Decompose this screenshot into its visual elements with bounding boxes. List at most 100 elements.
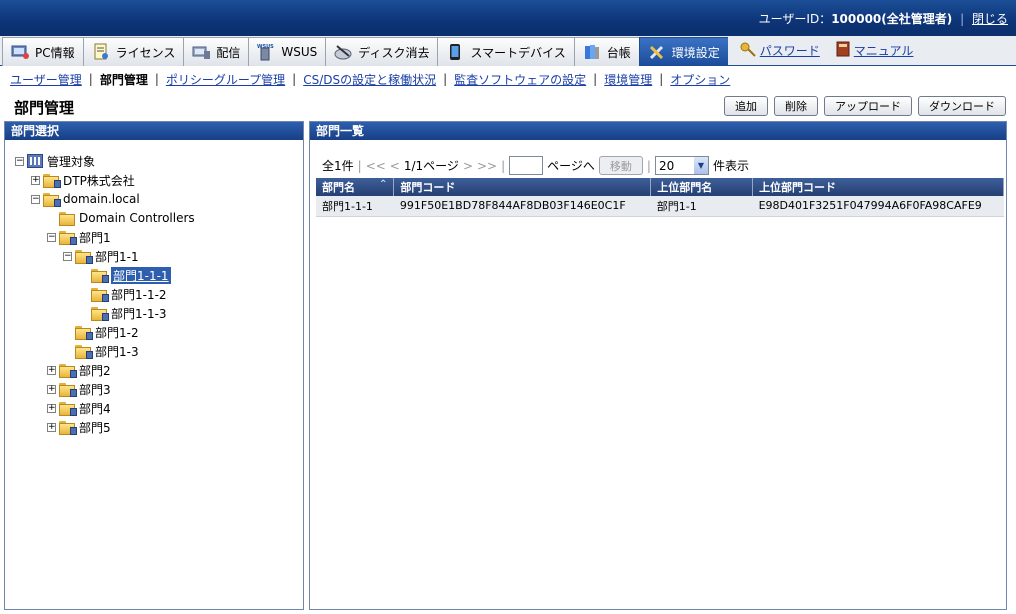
subnav-policy-group[interactable]: ポリシーグループ管理 xyxy=(166,71,285,88)
tree-node-dept1-3[interactable]: 部門1-3 xyxy=(75,342,139,360)
page-number-input[interactable] xyxy=(509,156,544,175)
tree-node-dept1-2[interactable]: 部門1-2 xyxy=(75,323,139,341)
tree-node-label-selected: 部門1-1-1 xyxy=(111,266,171,284)
tree-node-domain-controllers[interactable]: Domain Controllers xyxy=(59,209,195,227)
expand-icon[interactable]: + xyxy=(47,384,56,394)
tab-wsus[interactable]: WSUS WSUS xyxy=(248,37,326,66)
title-bar: 部門管理 追加 削除 アップロード ダウンロード xyxy=(0,92,1016,120)
per-page-select[interactable]: 20 ▼ xyxy=(654,156,709,175)
separator: | xyxy=(646,158,651,173)
tab-pc-info[interactable]: PC情報 xyxy=(2,37,83,66)
tab-license[interactable]: ライセンス xyxy=(82,37,184,66)
last-page-button[interactable]: >> xyxy=(477,159,497,173)
separator: | xyxy=(659,72,664,86)
sort-ascending-icon[interactable]: ⌃ xyxy=(379,179,387,190)
action-buttons: 追加 削除 アップロード ダウンロード xyxy=(724,96,1006,116)
chevron-down-icon: ▼ xyxy=(693,157,708,174)
first-page-button[interactable]: << xyxy=(366,159,386,173)
user-role: (全社管理者) xyxy=(881,12,953,26)
column-header-department-code[interactable]: 部門コード xyxy=(393,178,652,196)
next-page-button[interactable]: > xyxy=(463,159,473,173)
subnav-options[interactable]: オプション xyxy=(670,71,730,88)
tools-icon xyxy=(648,43,666,61)
wsus-icon: WSUS xyxy=(257,43,275,61)
tree-node-label: 部門1 xyxy=(79,230,111,245)
column-header-department-name[interactable]: 部門名 ⌃ xyxy=(316,178,395,196)
tab-ledger[interactable]: 台帳 xyxy=(573,37,639,66)
password-link[interactable]: パスワード xyxy=(740,41,820,60)
expand-icon[interactable]: + xyxy=(47,365,56,375)
goto-label: ページへ xyxy=(547,159,595,173)
collapse-icon[interactable]: − xyxy=(31,194,40,204)
subnav-audit-software[interactable]: 監査ソフトウェアの設定 xyxy=(454,71,586,88)
separator: | xyxy=(443,72,448,86)
download-button[interactable]: ダウンロード xyxy=(918,96,1006,116)
folder-icon xyxy=(59,231,77,245)
folder-icon xyxy=(75,326,93,340)
table-row[interactable]: 部門1-1-1 991F50E1BD78F844AF8DB03F146E0C1F… xyxy=(316,196,1004,217)
tab-disk-erase[interactable]: ディスク消去 xyxy=(325,37,438,66)
collapse-icon[interactable]: − xyxy=(47,232,56,242)
tree-node-dept5[interactable]: + 部門5 xyxy=(47,418,111,436)
tree-node-domain[interactable]: − domain.local xyxy=(31,190,140,208)
collapse-icon[interactable]: − xyxy=(15,156,24,166)
page-title: 部門管理 xyxy=(14,99,75,117)
collapse-icon[interactable]: − xyxy=(63,251,72,261)
cell-parent-name: 部門1-1 xyxy=(650,196,753,217)
expand-icon[interactable]: + xyxy=(47,422,56,432)
move-button[interactable]: 移動 xyxy=(598,156,643,175)
tree-node-label: 部門4 xyxy=(79,401,111,416)
tree-node-dept1-1-1[interactable]: 部門1-1-1 xyxy=(91,266,171,284)
department-table: 部門名 ⌃ 部門コード 上位部門名 上位部門コード 部門1-1-1 991F50E… xyxy=(316,178,1004,217)
tree-node-root[interactable]: − 管理対象 xyxy=(15,152,95,170)
tree-node-dept3[interactable]: + 部門3 xyxy=(47,380,111,398)
tab-smart-device[interactable]: スマートデバイス xyxy=(437,37,574,66)
upload-button[interactable]: アップロード xyxy=(824,96,912,116)
tree-node-dept1[interactable]: − 部門1 xyxy=(47,228,111,246)
tree-node-label: 部門3 xyxy=(79,382,111,397)
prev-page-button[interactable]: < xyxy=(390,159,400,173)
separator: | xyxy=(593,72,598,86)
pc-info-icon xyxy=(11,43,29,61)
tab-label: ライセンス xyxy=(115,45,176,60)
tab-label: PC情報 xyxy=(35,45,75,60)
manual-label: マニュアル xyxy=(853,44,914,58)
pager: 全1件 | << < 1/1ページ > >> | ページへ 移動 | 20 ▼ … xyxy=(322,156,749,175)
expand-icon[interactable]: + xyxy=(31,175,40,185)
subnav-department-management[interactable]: 部門管理 xyxy=(100,71,148,88)
tab-distribution[interactable]: 配信 xyxy=(183,37,249,66)
tree-node-label: 管理対象 xyxy=(47,154,96,169)
department-list-panel: 部門一覧 全1件 | << < 1/1ページ > >> | ページへ 移動 | … xyxy=(309,121,1007,610)
subnav-user-management[interactable]: ユーザー管理 xyxy=(10,71,82,88)
separator: | xyxy=(88,72,93,86)
user-info: ユーザーID：100000(全社管理者) | 閉じる xyxy=(759,10,1008,27)
subnav-cs-ds-settings[interactable]: CS/DSの設定と稼働状況 xyxy=(303,71,436,88)
separator: | xyxy=(292,72,297,86)
manual-link[interactable]: マニュアル xyxy=(836,41,914,60)
column-header-parent-code[interactable]: 上位部門コード xyxy=(752,178,1004,196)
folder-icon xyxy=(43,193,61,207)
per-page-value: 20 xyxy=(658,158,675,173)
close-link[interactable]: 閉じる xyxy=(972,12,1008,26)
folder-icon xyxy=(59,402,77,416)
add-button[interactable]: 追加 xyxy=(724,96,768,116)
column-header-parent-name[interactable]: 上位部門名 xyxy=(650,178,754,196)
cell-department-code: 991F50E1BD78F844AF8DB03F146E0C1F xyxy=(393,196,651,217)
subnav-environment[interactable]: 環境管理 xyxy=(604,71,652,88)
folder-icon xyxy=(91,288,109,302)
delete-button[interactable]: 削除 xyxy=(774,96,818,116)
expand-icon[interactable]: + xyxy=(47,403,56,413)
tree-node-dept4[interactable]: + 部門4 xyxy=(47,399,111,417)
svg-text:WSUS: WSUS xyxy=(257,44,274,50)
tab-label: スマートデバイス xyxy=(470,45,566,60)
ledger-icon xyxy=(583,43,601,61)
tree-node-dept1-1-2[interactable]: 部門1-1-2 xyxy=(91,285,167,303)
tab-settings[interactable]: 環境設定 xyxy=(638,37,728,66)
folder-icon xyxy=(91,307,109,321)
tab-label: WSUS xyxy=(281,45,318,59)
tab-label: 配信 xyxy=(216,45,241,60)
tree-node-dtp[interactable]: + DTP株式会社 xyxy=(31,171,135,189)
tree-node-dept2[interactable]: + 部門2 xyxy=(47,361,111,379)
tree-node-dept1-1[interactable]: − 部門1-1 xyxy=(63,247,139,265)
tree-node-dept1-1-3[interactable]: 部門1-1-3 xyxy=(91,304,167,322)
